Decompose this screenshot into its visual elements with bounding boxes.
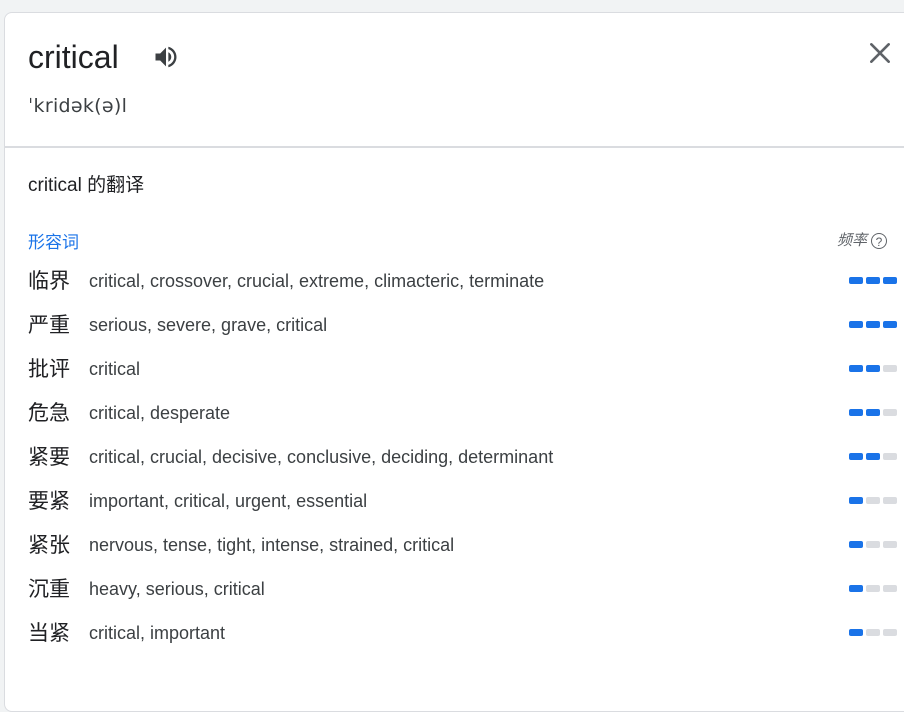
frequency-meter [849, 321, 900, 328]
frequency-bar [866, 365, 880, 372]
frequency-meter [849, 629, 900, 636]
frequency-meter [849, 277, 900, 284]
frequency-label: 频率 [837, 232, 868, 249]
frequency-bar [849, 629, 863, 636]
frequency-bar [866, 497, 880, 504]
translation-row[interactable]: 危急 critical, desperate [5, 391, 904, 435]
headword: critical [28, 39, 119, 75]
back-translations: heavy, serious, critical [89, 579, 265, 599]
back-translations: critical, desperate [89, 403, 231, 423]
translation-word[interactable]: 紧张 [28, 531, 70, 559]
translation-word[interactable]: 当紧 [28, 619, 70, 647]
translation-word[interactable]: 批评 [28, 355, 70, 383]
translation-word[interactable]: 严重 [28, 311, 70, 339]
frequency-bar [883, 541, 897, 548]
frequency-meter [849, 541, 900, 548]
frequency-bar [849, 321, 863, 328]
translation-row[interactable]: 紧要 critical, crucial, decisive, conclusiv… [5, 435, 904, 479]
back-translations: critical, crucial, decisive, conclusive,… [89, 447, 554, 467]
translation-word[interactable]: 危急 [28, 399, 70, 427]
frequency-bar [866, 585, 880, 592]
translation-row[interactable]: 紧张 nervous, tense, tight, intense, strain… [5, 523, 904, 567]
translation-row[interactable]: 当紧 critical, important [5, 611, 904, 655]
frequency-bar [883, 365, 897, 372]
dictionary-card: critical ˈkridək(ə)l critical 的翻译 形容词 频率… [4, 12, 904, 712]
header-divider [5, 146, 904, 148]
frequency-bar [883, 453, 897, 460]
frequency-bar [849, 497, 863, 504]
translation-row[interactable]: 临界 critical, crossover, crucial, extreme,… [5, 259, 904, 303]
frequency-bar [883, 321, 897, 328]
frequency-bar [849, 277, 863, 284]
translation-word[interactable]: 临界 [28, 267, 70, 295]
frequency-bar [849, 453, 863, 460]
frequency-bar [849, 365, 863, 372]
frequency-bar [866, 629, 880, 636]
translation-word[interactable]: 紧要 [28, 443, 70, 471]
translation-row[interactable]: 批评 critical [5, 347, 904, 391]
translation-word[interactable]: 沉重 [28, 575, 70, 603]
frequency-bar [849, 585, 863, 592]
translation-row[interactable]: 严重 serious, severe, grave, critical [5, 303, 904, 347]
frequency-bar [883, 409, 897, 416]
back-translations: critical, important [89, 623, 226, 643]
help-circle-icon[interactable]: ? [871, 233, 888, 249]
frequency-bar [883, 277, 897, 284]
part-of-speech-label[interactable]: 形容词 [28, 232, 79, 254]
frequency-bar [849, 409, 863, 416]
back-translations: critical [89, 359, 141, 379]
frequency-meter [849, 497, 900, 504]
phonetic-transcription: ˈkridək(ə)l [28, 95, 128, 117]
frequency-meter [849, 453, 900, 460]
translation-word[interactable]: 要紧 [28, 487, 70, 515]
frequency-meter [849, 365, 900, 372]
frequency-bar [866, 409, 880, 416]
close-icon[interactable] [867, 40, 893, 66]
frequency-bar [866, 321, 880, 328]
speaker-icon[interactable] [152, 43, 180, 71]
frequency-meter [849, 585, 900, 592]
frequency-bar [866, 453, 880, 460]
translation-row[interactable]: 沉重 heavy, serious, critical [5, 567, 904, 611]
word-header: critical ˈkridək(ə)l [5, 13, 904, 147]
back-translations: serious, severe, grave, critical [89, 315, 328, 335]
frequency-bar [883, 629, 897, 636]
frequency-header: 频率 ? [837, 231, 888, 251]
frequency-bar [866, 277, 880, 284]
back-translations: critical, crossover, crucial, extreme, c… [89, 271, 545, 291]
frequency-bar [883, 497, 897, 504]
frequency-bar [883, 585, 897, 592]
translation-row[interactable]: 要紧 important, critical, urgent, essential [5, 479, 904, 523]
back-translations: nervous, tense, tight, intense, strained… [89, 535, 455, 555]
frequency-bar [849, 541, 863, 548]
translations-title: critical 的翻译 [28, 175, 145, 196]
frequency-meter [849, 409, 900, 416]
back-translations: important, critical, urgent, essential [89, 491, 368, 511]
frequency-bar [866, 541, 880, 548]
